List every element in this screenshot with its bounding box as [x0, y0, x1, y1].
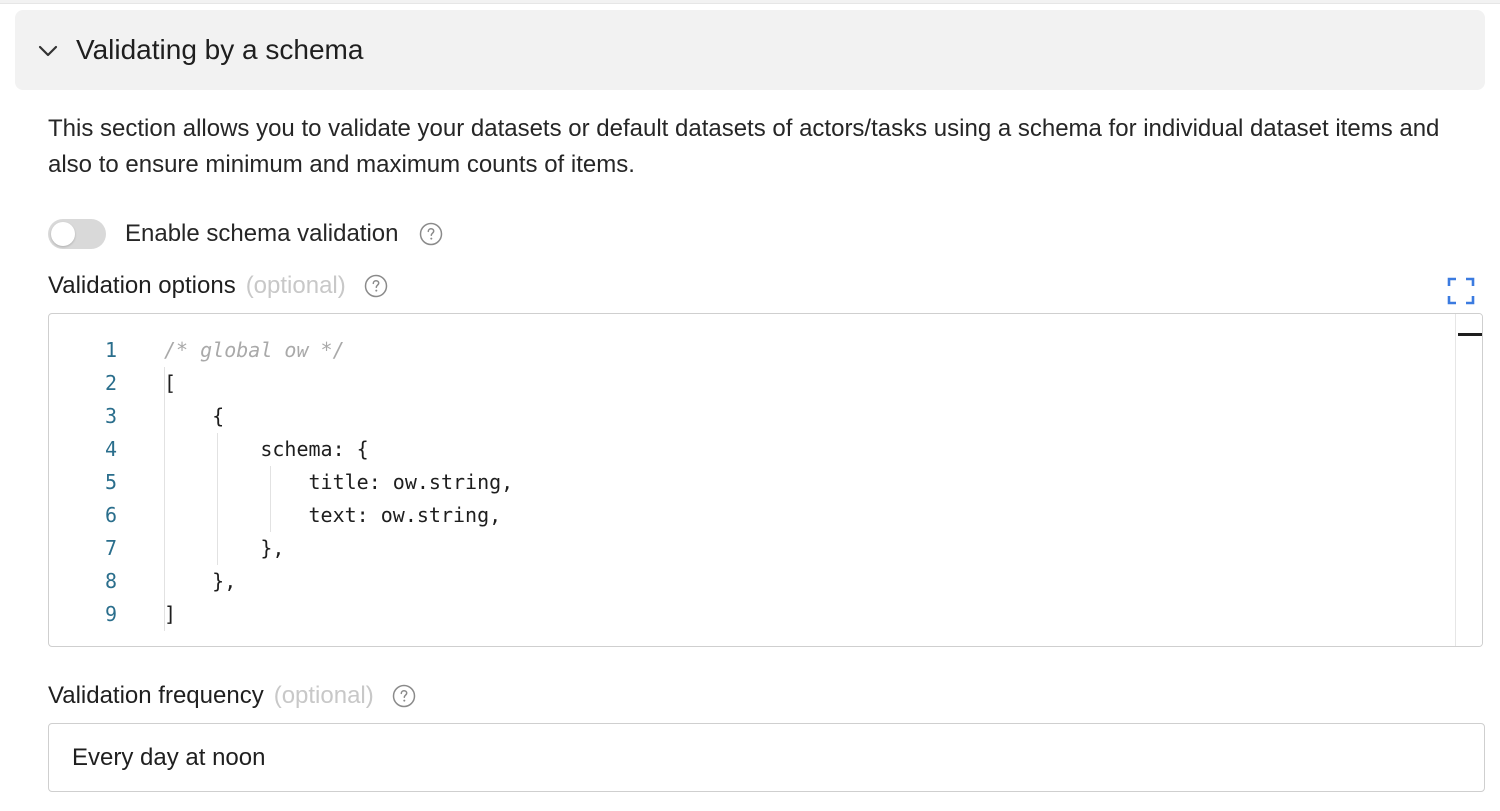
line-number: 9 — [104, 602, 117, 626]
scrollbar-thumb[interactable] — [1458, 333, 1482, 336]
validation-frequency-label-row: Validation frequency (optional) — [48, 678, 416, 714]
line-number-gutter: 1 2 3 4 5 6 7 8 9 — [49, 334, 129, 631]
validation-options-label-row: Validation options (optional) — [48, 268, 388, 304]
code-line[interactable]: [ — [164, 367, 1452, 400]
line-number: 5 — [104, 470, 117, 494]
code-line[interactable]: ] — [164, 598, 1452, 631]
help-icon[interactable] — [419, 222, 443, 246]
code-editor[interactable]: 1 2 3 4 5 6 7 8 9 /* global ow */[ { schema: { t… — [48, 313, 1483, 647]
line-number: 2 — [104, 371, 117, 395]
code-comment-line[interactable]: /* global ow */ — [164, 334, 1452, 367]
line-number: 6 — [104, 503, 117, 527]
code-line[interactable]: title: ow.string, — [164, 466, 1452, 499]
toggle-knob — [51, 222, 75, 246]
section-description: This section allows you to validate your… — [48, 115, 1440, 178]
line-number: 1 — [104, 338, 117, 362]
optional-label: (optional) — [245, 272, 346, 299]
line-number: 8 — [104, 569, 117, 593]
line-number: 7 — [104, 536, 117, 560]
code-content[interactable]: /* global ow */[ { schema: { title: ow.s… — [164, 334, 1452, 631]
validation-frequency-input[interactable] — [48, 723, 1485, 792]
line-number: 4 — [104, 437, 117, 461]
line-number: 3 — [104, 404, 117, 428]
schema-validation-toggle-row: Enable schema validation — [48, 216, 443, 252]
previous-section-edge — [0, 0, 1500, 4]
editor-scrollbar[interactable] — [1455, 314, 1482, 646]
help-icon[interactable] — [392, 684, 416, 708]
code-line[interactable]: { — [164, 400, 1452, 433]
help-icon[interactable] — [364, 274, 388, 298]
chevron-down-icon[interactable] — [37, 40, 59, 62]
toggle-label: Enable schema validation — [125, 220, 399, 247]
validation-frequency-label: Validation frequency — [48, 682, 264, 709]
code-line[interactable]: }, — [164, 565, 1452, 598]
schema-validation-toggle[interactable] — [48, 219, 106, 249]
code-line[interactable]: text: ow.string, — [164, 499, 1452, 532]
section-title: Validating by a schema — [76, 34, 364, 65]
validation-options-label: Validation options — [48, 272, 236, 299]
code-line[interactable]: }, — [164, 532, 1452, 565]
fullscreen-expand-icon[interactable] — [1447, 277, 1475, 305]
section-header[interactable]: Validating by a schema — [15, 10, 1485, 90]
code-line[interactable]: schema: { — [164, 433, 1452, 466]
optional-label: (optional) — [273, 682, 374, 709]
